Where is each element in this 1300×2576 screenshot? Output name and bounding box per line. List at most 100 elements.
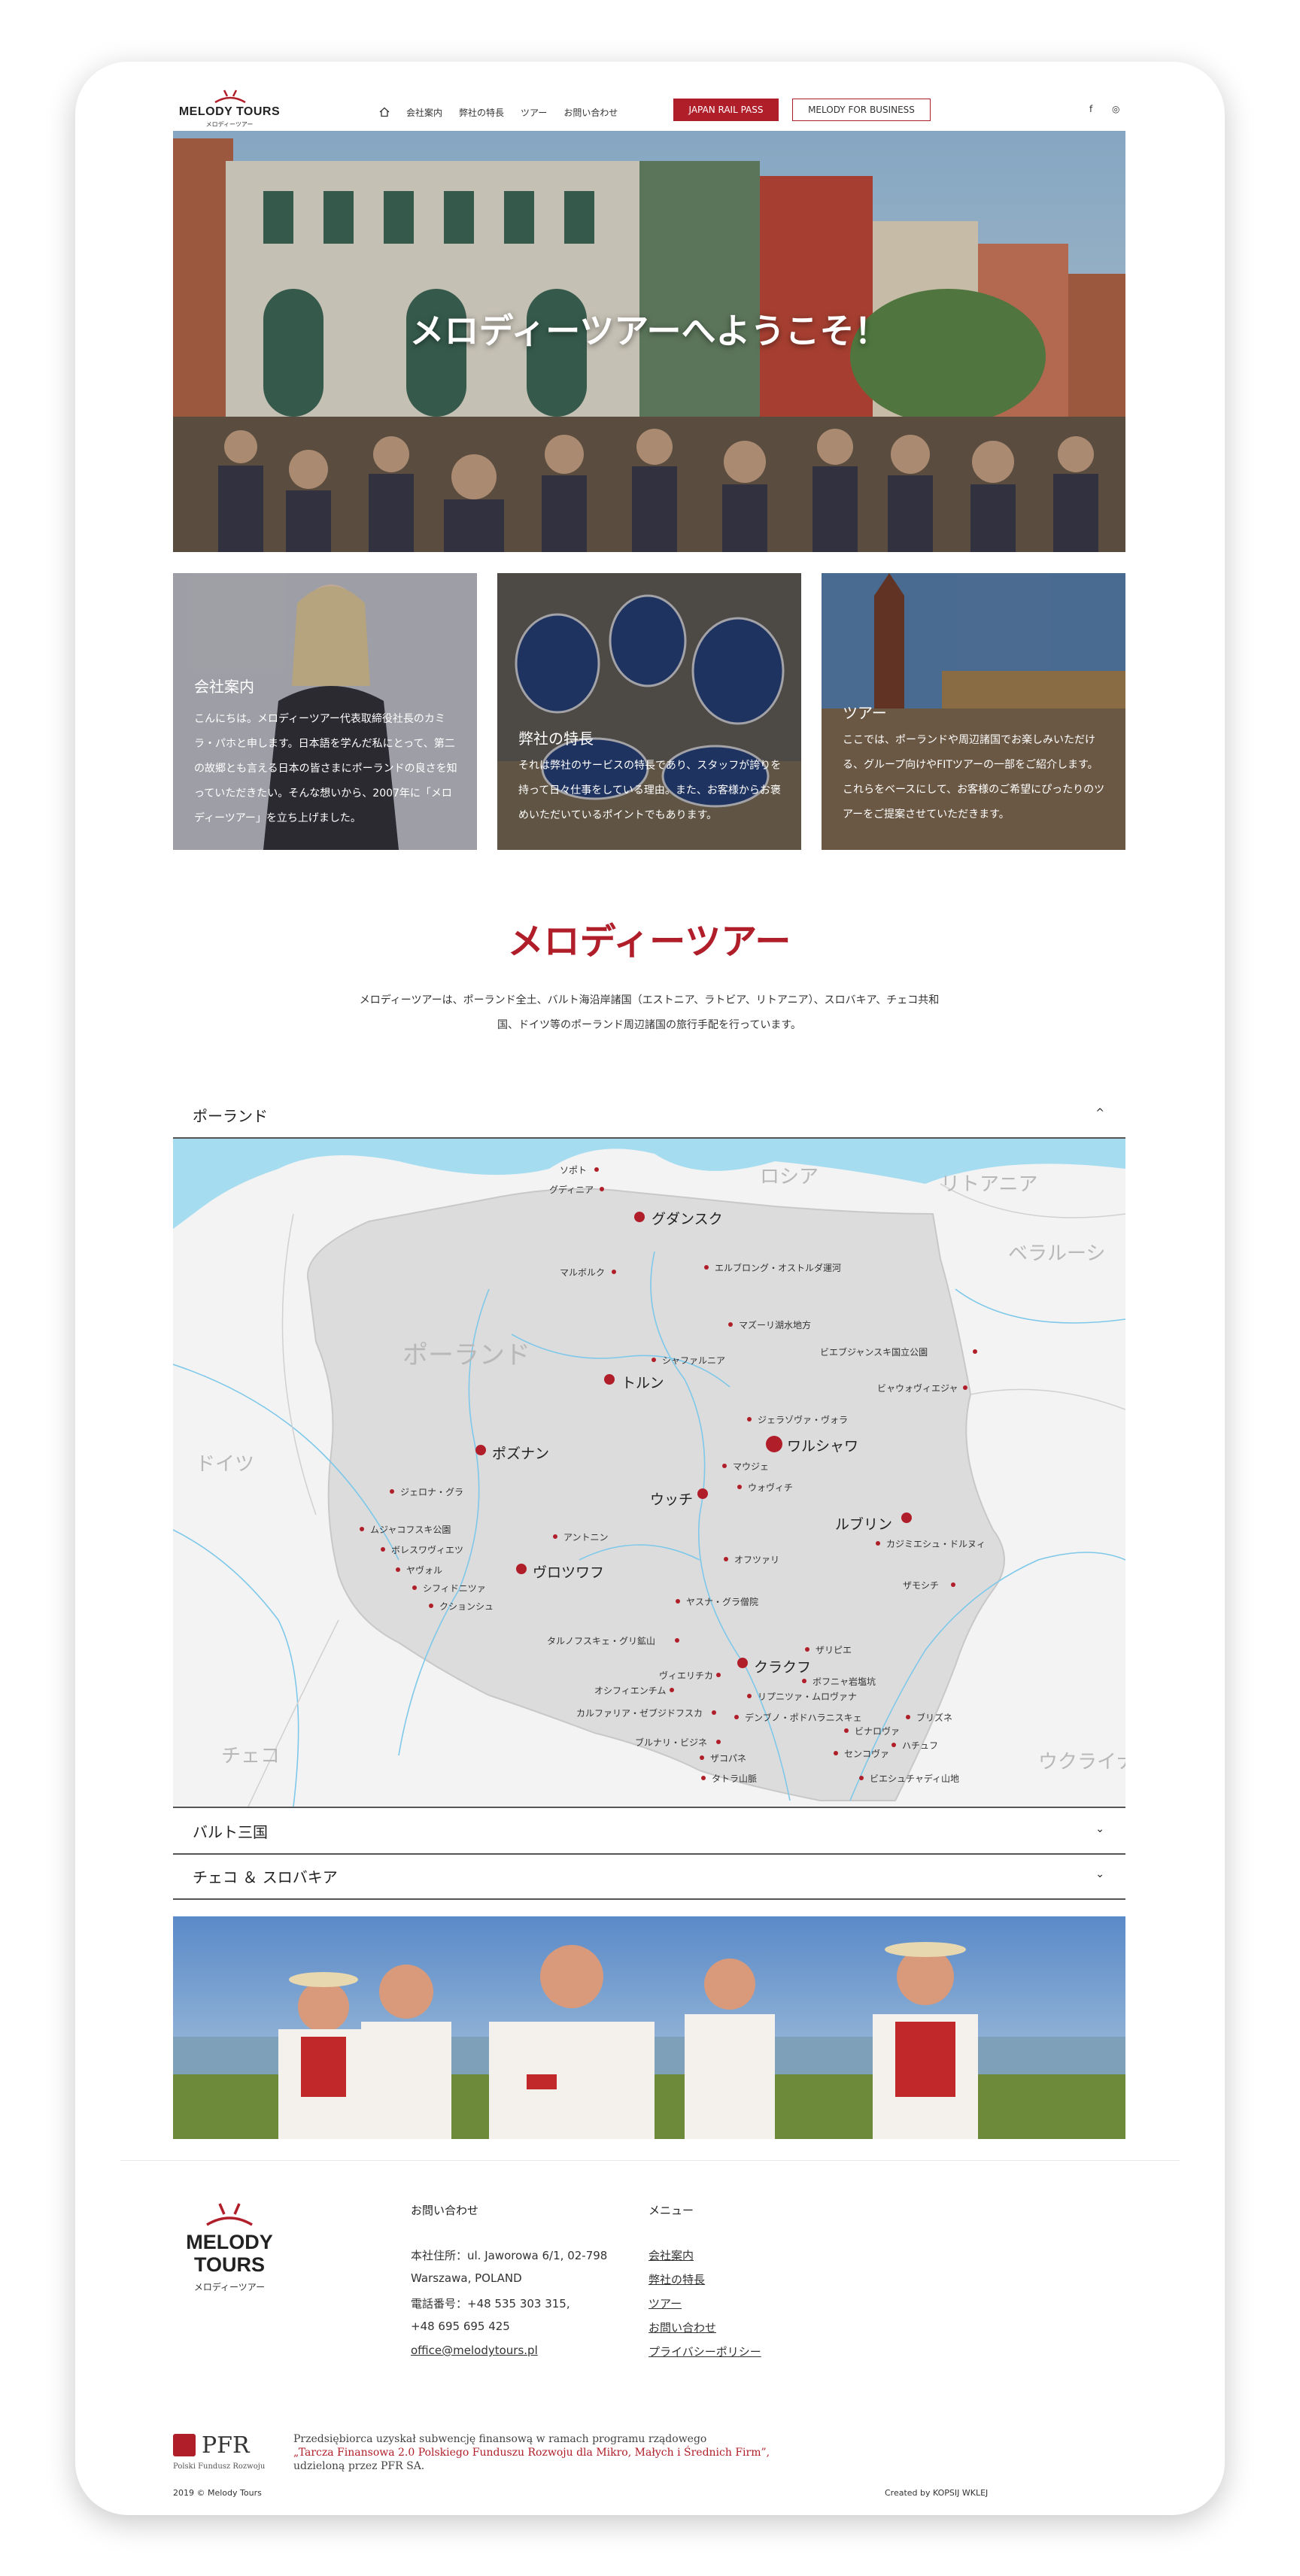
accordion-baltics[interactable]: バルト三国 ⌄ <box>173 1807 1125 1855</box>
nav-item-contact[interactable]: お問い合わせ <box>563 106 618 119</box>
nav-item-features[interactable]: 弊社の特長 <box>459 106 504 119</box>
map-dot <box>891 1743 896 1747</box>
card-tours[interactable]: ツアー ここでは、ポーランドや周辺諸国でお楽しみいただける、グループ向けやFIT… <box>822 573 1125 850</box>
footer-logo[interactable]: MELODY TOURS メロディーツアー <box>173 2199 293 2312</box>
map-dot <box>412 1585 417 1590</box>
map-city-poznan: ポズナン <box>492 1446 550 1462</box>
map-city-zalipie: ザリピエ <box>816 1645 852 1655</box>
map-city-biebrza: ビエブジャンスキ国立公園 <box>820 1347 928 1358</box>
map-dot <box>704 1265 709 1270</box>
accordion-czech-slovakia-label: チェコ ＆ スロバキア <box>193 1868 338 1886</box>
map-dot <box>670 1688 674 1692</box>
map-dot <box>390 1489 394 1494</box>
site-logo[interactable]: MELODY TOURS メロディーツアー <box>173 89 286 134</box>
map-dot <box>722 1464 727 1468</box>
japan-rail-pass-button[interactable]: JAPAN RAIL PASS <box>673 99 779 121</box>
pfr-line-3: udzieloną przez PFR SA. <box>293 2460 425 2472</box>
map-dot <box>876 1541 880 1546</box>
map-dot <box>728 1322 733 1327</box>
hero-title: メロディーツアーへようこそ！ <box>409 311 889 351</box>
footer-logo-mark-icon <box>206 2203 253 2226</box>
instagram-icon[interactable]: ◎ <box>1112 104 1119 114</box>
map-city-zielona-gora: ジェロナ・グラ <box>400 1487 464 1497</box>
map-dot <box>652 1358 656 1362</box>
home-icon[interactable] <box>379 107 390 117</box>
map-city-jasna-gora: ヤスナ・グラ僧院 <box>686 1597 759 1607</box>
accordion-poland[interactable]: ポーランド ^ <box>173 1092 1125 1139</box>
page-frame: MELODY TOURS メロディーツアー 会社案内 弊社の特長 ツアー お問い… <box>75 62 1225 2515</box>
chevron-down-icon[interactable]: ⌄ <box>1095 1868 1104 1880</box>
map-city-blizne: ブリズネ <box>916 1713 953 1723</box>
card-features[interactable]: 弊社の特長 それは弊社のサービスの特長であり、スタッフが誇りを持って日々仕事をし… <box>497 573 801 850</box>
map-city-swidnica: シフィドニツァ <box>423 1583 486 1594</box>
hero-banner: メロディーツアーへようこそ！ <box>173 131 1125 552</box>
created-by-link[interactable]: Created by KOPSIJ WKLEJ <box>885 2488 988 2498</box>
map-dot <box>834 1751 838 1755</box>
map-dot-krakow <box>737 1658 748 1668</box>
footer-phone-1: 電話番号：+48 535 303 315, <box>411 2297 570 2311</box>
map-country-germany: ドイツ <box>196 1453 255 1476</box>
map-dot <box>429 1604 433 1608</box>
map-dot <box>612 1270 616 1274</box>
map-city-zelazowa-wola: ジェラゾヴァ・ヴォラ <box>758 1415 849 1425</box>
footer-menu-tours[interactable]: ツアー <box>648 2295 682 2311</box>
footer-address-1: 本社住所：ul. Jaworowa 6/1, 02-798 <box>411 2249 608 2262</box>
map-dot <box>734 1715 739 1719</box>
accordion-poland-label: ポーランド <box>193 1107 268 1125</box>
card-features-title: 弊社の特長 <box>518 730 594 748</box>
map-dot <box>716 1673 721 1677</box>
map-dot <box>700 1755 704 1760</box>
nav-item-company[interactable]: 会社案内 <box>406 106 442 119</box>
map-city-kazimierz-dolny: カジミエシュ・ドルヌィ <box>886 1539 986 1549</box>
footer-phone-2: +48 695 695 425 <box>411 2320 510 2333</box>
map-city-bieszczady: ビエシュチャディ山地 <box>870 1773 960 1784</box>
map-dot <box>381 1547 385 1552</box>
map-country-lithuania: リトアニア <box>940 1173 1038 1196</box>
map-dot <box>712 1710 716 1715</box>
card-tours-body: ここでは、ポーランドや周辺諸国でお楽しみいただける、グループ向けやFITツアーの… <box>843 734 1105 821</box>
chevron-down-icon[interactable]: ⌄ <box>1095 1823 1104 1835</box>
map-dot-poznan <box>475 1445 486 1455</box>
melody-for-business-button[interactable]: MELODY FOR BUSINESS <box>792 99 931 121</box>
intro-body: メロディーツアーは、ポーランド全土、バルト海沿岸諸国（エストニア、ラトビア、リト… <box>323 988 975 1038</box>
map-city-muskau: ムジャコフスキ公園 <box>370 1525 451 1535</box>
map-city-wroclaw: ヴロツワフ <box>533 1564 605 1581</box>
map-dot <box>963 1385 967 1390</box>
map-city-boleslawiec: ボレスワヴィエツ <box>391 1545 464 1555</box>
map-city-masuria: マズーリ湖水地方 <box>739 1320 812 1330</box>
map-city-bochnia: ボフニャ岩塩坑 <box>812 1676 876 1687</box>
map-dot <box>859 1776 864 1780</box>
map-dot <box>951 1582 955 1587</box>
logo-sub: メロディーツアー <box>205 121 254 128</box>
intro-line-1: メロディーツアーは、ポーランド全土、バルト海沿岸諸国（エストニア、ラトビア、リト… <box>359 994 940 1006</box>
accordion-czech-slovakia[interactable]: チェコ ＆ スロバキア ⌄ <box>173 1853 1125 1900</box>
footer-menu-contact[interactable]: お問い合わせ <box>648 2320 716 2335</box>
footer-email-link[interactable]: office@melodytours.pl <box>411 2344 538 2357</box>
footer-menu-company[interactable]: 会社案内 <box>648 2247 694 2263</box>
map-city-szafarnia: シャファルニア <box>662 1355 726 1366</box>
map-city-binarowa: ビナロヴァ <box>855 1726 901 1737</box>
footer-logo-sub: メロディーツアー <box>193 2282 266 2292</box>
map-city-bialowieza: ビャウォヴィエジャ <box>877 1383 958 1394</box>
footer-logo-line1: MELODY <box>186 2231 273 2253</box>
footer-menu-features[interactable]: 弊社の特長 <box>648 2271 705 2287</box>
footer-menu-heading: メニュー <box>648 2204 694 2217</box>
map-dot-lublin <box>901 1513 912 1523</box>
map-country-czech: チェコ <box>221 1745 281 1767</box>
poland-map: ロシア リトアニア ベラルーシ ポーランド ドイツ チェコ ウクライナ グダンス… <box>173 1139 1125 1807</box>
nav-item-tours[interactable]: ツアー <box>521 106 547 119</box>
chevron-up-icon[interactable]: ^ <box>1095 1107 1104 1119</box>
map-city-mauje: マウジェ <box>733 1461 770 1472</box>
map-country-belarus: ベラルーシ <box>1008 1242 1106 1265</box>
map-dot-gdansk <box>634 1212 645 1222</box>
map-city-gdansk: グダンスク <box>652 1211 723 1227</box>
map-city-wieliczka: ヴィエリチカ <box>659 1670 714 1681</box>
map-city-kalwaria: カルファリア・ゼブジドフスカ <box>576 1708 703 1719</box>
footer-menu-privacy[interactable]: プライバシーポリシー <box>648 2344 761 2359</box>
card-company[interactable]: 会社案内 こんにちは。メロディーツアー代表取締役社長のカミラ・パホと申します。日… <box>173 573 477 850</box>
pfr-line-1: Przedsiębiorca uzyskał subwencję finanso… <box>293 2433 707 2445</box>
card-features-body: それは弊社のサービスの特長であり、スタッフが誇りを持って日々仕事をしている理由。… <box>518 760 782 821</box>
map-dot <box>737 1485 742 1489</box>
map-city-malbork: マルボルク <box>560 1267 606 1278</box>
facebook-icon[interactable]: f <box>1089 104 1092 114</box>
